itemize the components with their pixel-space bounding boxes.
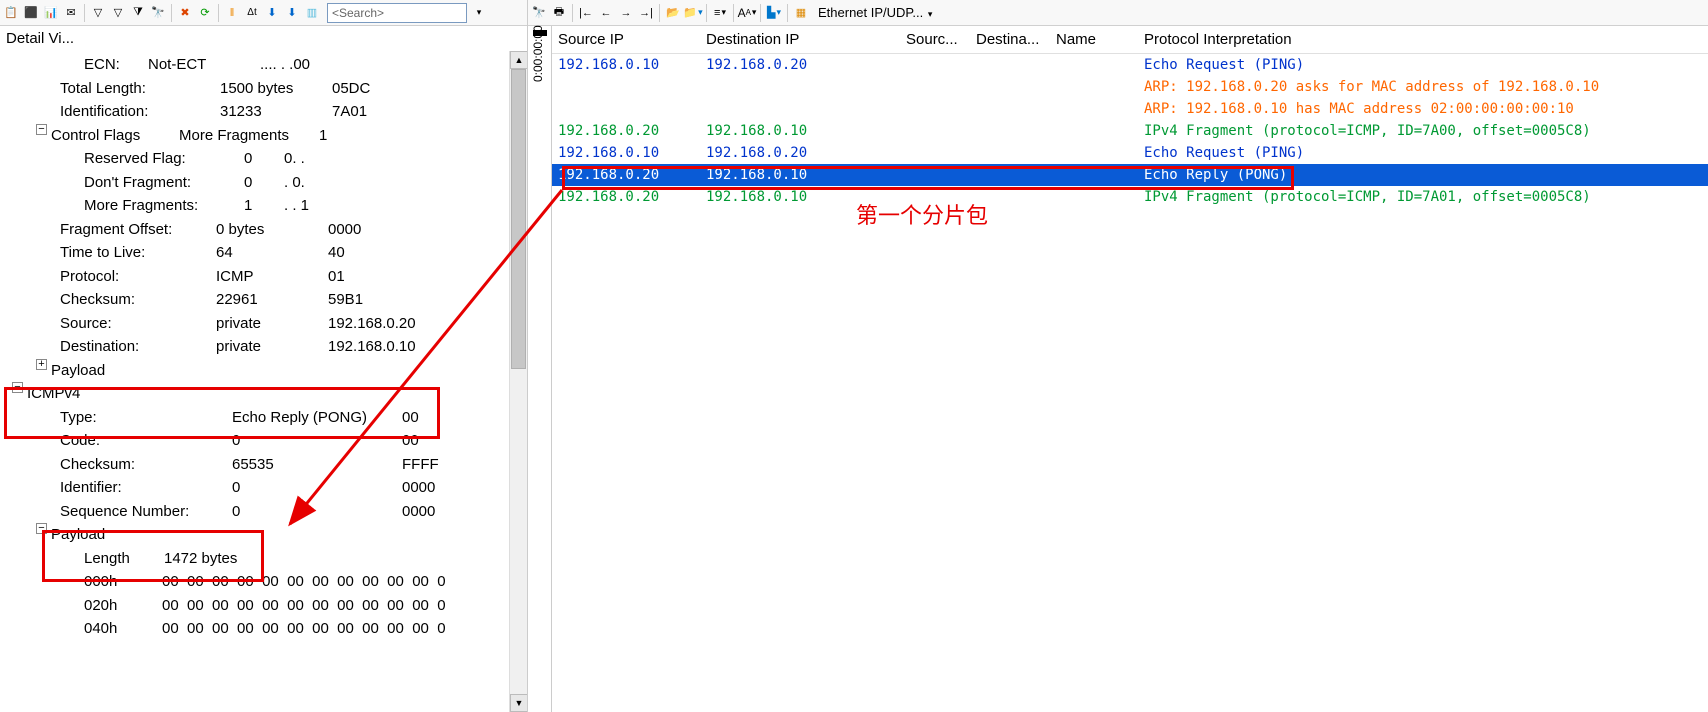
col-source-ip[interactable]: Source IP <box>552 31 700 48</box>
cell-pi: ARP: 192.168.0.20 asks for MAC address o… <box>1138 79 1708 95</box>
packet-grid[interactable]: Source IP Destination IP Sourc... Destin… <box>552 26 1708 712</box>
collapse-icon[interactable]: − <box>36 124 47 135</box>
print-icon[interactable]: 🖶 <box>550 4 568 22</box>
scroll-up-icon[interactable]: ▲ <box>510 51 527 69</box>
tool-icon-1[interactable]: 📋 <box>2 4 20 22</box>
cell-dst: 192.168.0.20 <box>700 145 900 161</box>
grid-header[interactable]: Source IP Destination IP Sourc... Destin… <box>552 26 1708 54</box>
mail-icon[interactable]: ✉ <box>62 4 80 22</box>
nav-prev-icon[interactable]: ← <box>597 4 615 22</box>
table-row[interactable]: 192.168.0.20192.168.0.10 IPv4 Fragment (p… <box>552 120 1708 142</box>
cell-pi: Echo Request (PING) <box>1138 57 1708 73</box>
table-row[interactable]: ARP: 192.168.0.10 has MAC address 02:00:… <box>552 98 1708 120</box>
funnel-icon[interactable]: ⧩ <box>129 4 147 22</box>
chart-icon[interactable]: 📊 <box>42 4 60 22</box>
cell-pi: IPv4 Fragment (protocol=ICMP, ID=7A00, o… <box>1138 123 1708 139</box>
folder-open-icon[interactable]: 📂 <box>664 4 682 22</box>
cell-pi: IPv4 Fragment (protocol=ICMP, ID=7A01, o… <box>1138 189 1708 205</box>
cell-dst: 192.168.0.10 <box>700 167 900 183</box>
left-panel: 📋 ⬛ 📊 ✉ ▽ ▽ ⧩ 🔭 ✖ ⟳ ‖ Δt ⬇ ⬇ ▥ ▾ Detail … <box>0 0 528 712</box>
detail-view-title: Detail Vi... <box>0 26 527 51</box>
cell-src: 192.168.0.20 <box>552 123 700 139</box>
cell-dst: 192.168.0.20 <box>700 57 900 73</box>
binoculars-icon[interactable]: 🔭 <box>530 4 548 22</box>
sort-desc-icon[interactable]: ⬇ <box>283 4 301 22</box>
folder-closed-icon[interactable]: 📁▾ <box>684 4 702 22</box>
filter-icon[interactable]: ▽ <box>89 4 107 22</box>
col-source-port[interactable]: Sourc... <box>900 31 970 48</box>
columns-icon[interactable]: ▥ <box>303 4 321 22</box>
cell-dst: 192.168.0.10 <box>700 189 900 205</box>
right-toolbar: 🔭 🖶 |← ← → →| 📂 📁▾ ≡▾ AA▾ ▙▾ ▦ Ethernet … <box>528 0 1708 26</box>
nav-next-icon[interactable]: → <box>617 4 635 22</box>
cell-dst: 192.168.0.10 <box>700 123 900 139</box>
nav-first-icon[interactable]: |← <box>577 4 595 22</box>
left-toolbar: 📋 ⬛ 📊 ✉ ▽ ▽ ⧩ 🔭 ✖ ⟳ ‖ Δt ⬇ ⬇ ▥ ▾ <box>0 0 527 26</box>
pause-icon[interactable]: ‖ <box>223 4 241 22</box>
col-name[interactable]: Name <box>1050 31 1138 48</box>
time-label: 0:00:00:00 <box>531 25 545 82</box>
expand-icon[interactable]: + <box>36 359 47 370</box>
collapse-icon[interactable]: − <box>36 523 47 534</box>
protocol-selector[interactable]: Ethernet IP/UDP... ▾ <box>818 5 932 20</box>
table-row[interactable]: 192.168.0.10192.168.0.20 Echo Request (PI… <box>552 54 1708 76</box>
cell-src: 192.168.0.10 <box>552 145 700 161</box>
cell-src: 192.168.0.20 <box>552 167 700 183</box>
cell-src: 192.168.0.10 <box>552 57 700 73</box>
detail-scrollbar[interactable]: ▲ ▼ <box>509 51 527 712</box>
search-dropdown-icon[interactable]: ▾ <box>470 4 488 22</box>
col-destination-ip[interactable]: Destination IP <box>700 31 900 48</box>
table-row[interactable]: 192.168.0.20192.168.0.10 IPv4 Fragment (p… <box>552 186 1708 208</box>
search-input[interactable] <box>327 3 467 23</box>
table-row[interactable]: ARP: 192.168.0.20 asks for MAC address o… <box>552 76 1708 98</box>
col-dest-port[interactable]: Destina... <box>970 31 1050 48</box>
detail-tree[interactable]: ECN:Not-ECT.... . .00 Total Length:1500 … <box>0 51 527 643</box>
table-row[interactable]: 192.168.0.10192.168.0.20 Echo Request (PI… <box>552 142 1708 164</box>
cell-pi: ARP: 192.168.0.10 has MAC address 02:00:… <box>1138 101 1708 117</box>
filter2-icon[interactable]: ▽ <box>109 4 127 22</box>
nav-last-icon[interactable]: →| <box>637 4 655 22</box>
binoculars-icon[interactable]: 🔭 <box>149 4 167 22</box>
cell-pi: Echo Request (PING) <box>1138 145 1708 161</box>
delta-t-icon[interactable]: Δt <box>243 4 261 22</box>
col-protocol[interactable]: Protocol Interpretation <box>1138 31 1708 48</box>
cell-pi: Echo Reply (PONG) <box>1138 167 1708 183</box>
font-icon[interactable]: AA▾ <box>738 4 756 22</box>
table-row[interactable]: 192.168.0.20192.168.0.10 Echo Reply (PONG… <box>552 164 1708 186</box>
collapse-icon[interactable]: − <box>12 382 23 393</box>
delete-icon[interactable]: ✖ <box>176 4 194 22</box>
layout-icon[interactable]: ▙▾ <box>765 4 783 22</box>
cell-src: 192.168.0.20 <box>552 189 700 205</box>
protocol-icon[interactable]: ▦ <box>792 4 810 22</box>
time-gutter: 0:00:00:00 <box>528 26 552 712</box>
refresh-icon[interactable]: ⟳ <box>196 4 214 22</box>
tool-icon-2[interactable]: ⬛ <box>22 4 40 22</box>
sort-asc-icon[interactable]: ⬇ <box>263 4 281 22</box>
right-panel: 🔭 🖶 |← ← → →| 📂 📁▾ ≡▾ AA▾ ▙▾ ▦ Ethernet … <box>528 0 1708 712</box>
scroll-down-icon[interactable]: ▼ <box>510 694 527 712</box>
list-icon[interactable]: ≡▾ <box>711 4 729 22</box>
scroll-thumb[interactable] <box>511 69 526 369</box>
